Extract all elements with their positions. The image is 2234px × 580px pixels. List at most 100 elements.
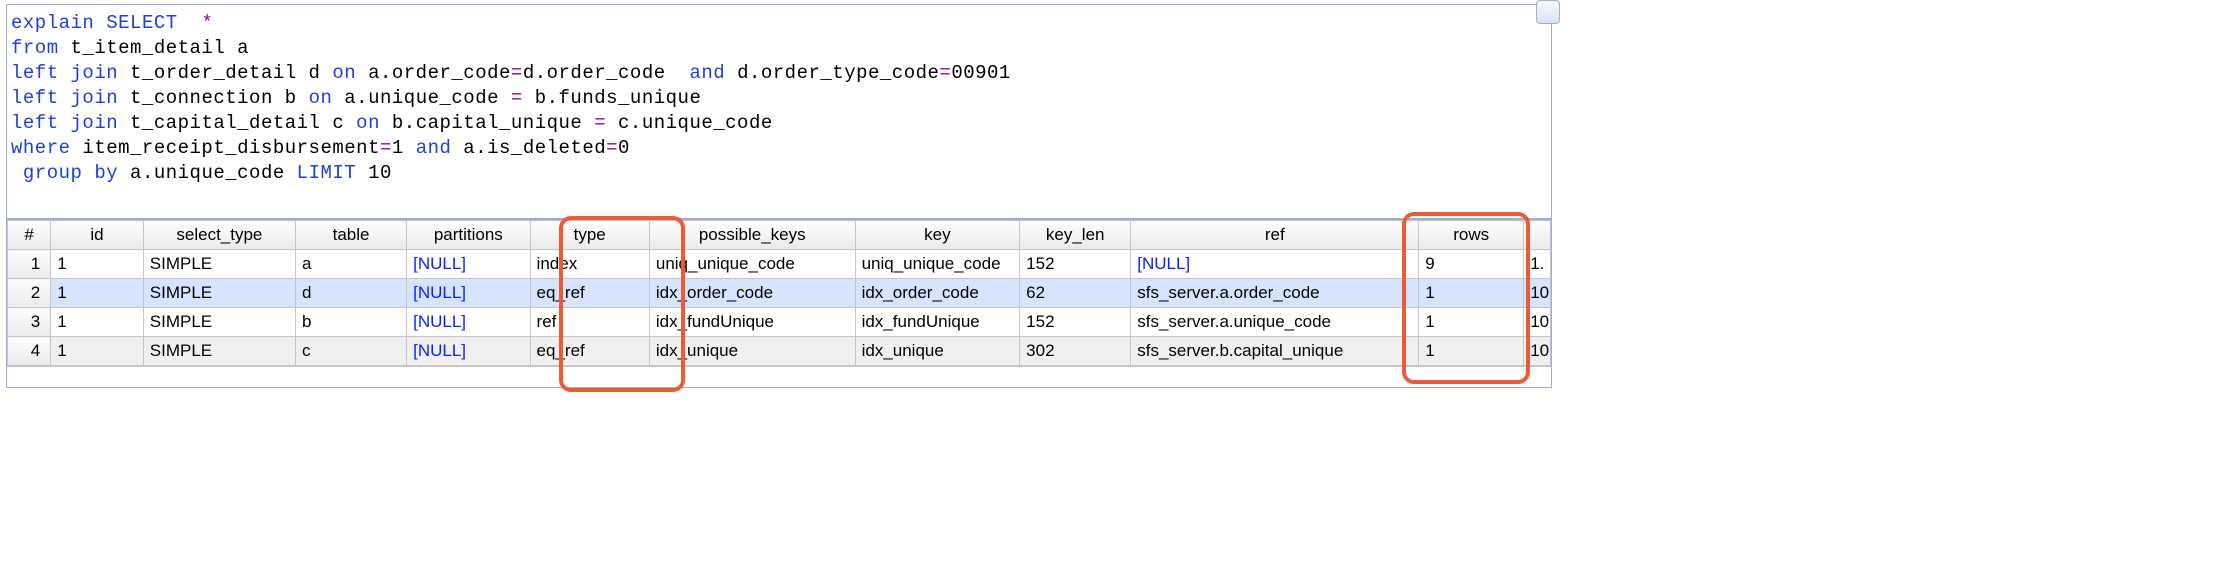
row-number: 4 (8, 337, 51, 366)
grid-footer-space (7, 366, 1551, 387)
sql-text: 1 (392, 137, 416, 159)
cell-ref[interactable]: sfs_server.a.order_code (1131, 279, 1419, 308)
result-grid[interactable]: # id select_type table partitions type p… (7, 220, 1551, 366)
table-row[interactable]: 4 1 SIMPLE c [NULL] eq_ref idx_unique id… (8, 337, 1551, 366)
sql-text: 0 (618, 137, 630, 159)
cell-extra[interactable]: 10 (1524, 279, 1551, 308)
cell-extra[interactable]: 10 (1524, 308, 1551, 337)
cell-ref[interactable]: sfs_server.b.capital_unique (1131, 337, 1419, 366)
cell-partitions[interactable]: [NULL] (407, 337, 530, 366)
cell-rows[interactable]: 9 (1419, 250, 1524, 279)
sql-text: b.funds_unique (523, 87, 702, 109)
cell-key-len[interactable]: 302 (1020, 337, 1131, 366)
sql-text: t_order_detail d (118, 62, 332, 84)
cell-type[interactable]: index (530, 250, 649, 279)
cell-select-type[interactable]: SIMPLE (143, 337, 295, 366)
row-number: 1 (8, 250, 51, 279)
keyword: join (71, 87, 119, 109)
table-row[interactable]: 1 1 SIMPLE a [NULL] index uniq_unique_co… (8, 250, 1551, 279)
sql-text: 00901 (951, 62, 1011, 84)
sql-text: a.is_deleted (451, 137, 606, 159)
cell-partitions[interactable]: [NULL] (407, 250, 530, 279)
table-row[interactable]: 3 1 SIMPLE b [NULL] ref idx_fundUnique i… (8, 308, 1551, 337)
sql-text: t_capital_detail c (118, 112, 356, 134)
cell-rows[interactable]: 1 (1419, 308, 1524, 337)
cell-key-len[interactable]: 152 (1020, 308, 1131, 337)
col-key[interactable]: key (855, 221, 1020, 250)
sql-editor[interactable]: explain SELECT *from t_item_detail aleft… (7, 5, 1551, 220)
cell-table[interactable]: d (296, 279, 407, 308)
cell-table[interactable]: c (296, 337, 407, 366)
sql-text: d.order_code (523, 62, 690, 84)
cell-extra[interactable]: 10 (1524, 337, 1551, 366)
cell-key-len[interactable]: 152 (1020, 250, 1131, 279)
col-ref[interactable]: ref (1131, 221, 1419, 250)
cell-ref[interactable]: [NULL] (1131, 250, 1419, 279)
cell-key[interactable]: uniq_unique_code (855, 250, 1020, 279)
col-table[interactable]: table (296, 221, 407, 250)
cell-partitions[interactable]: [NULL] (407, 279, 530, 308)
sql-text: a.unique_code (332, 87, 511, 109)
keyword: group (11, 162, 82, 184)
cell-key-len[interactable]: 62 (1020, 279, 1131, 308)
keyword: on (332, 62, 356, 84)
cell-type[interactable]: eq_ref (530, 337, 649, 366)
operator: = (511, 62, 523, 84)
gear-icon[interactable] (1536, 0, 1560, 24)
cell-id[interactable]: 1 (51, 337, 144, 366)
cell-key[interactable]: idx_unique (855, 337, 1020, 366)
keyword: by (94, 162, 118, 184)
cell-rows[interactable]: 1 (1419, 279, 1524, 308)
col-id[interactable]: id (51, 221, 144, 250)
cell-possible-keys[interactable]: idx_fundUnique (649, 308, 855, 337)
sql-text: a.unique_code (118, 162, 297, 184)
cell-ref[interactable]: sfs_server.a.unique_code (1131, 308, 1419, 337)
cell-id[interactable]: 1 (51, 279, 144, 308)
cell-table[interactable]: a (296, 250, 407, 279)
cell-type[interactable]: ref (530, 308, 649, 337)
col-possible-keys[interactable]: possible_keys (649, 221, 855, 250)
keyword: left (11, 62, 59, 84)
cell-possible-keys[interactable]: idx_unique (649, 337, 855, 366)
keyword: left (11, 87, 59, 109)
content-pane: explain SELECT *from t_item_detail aleft… (6, 4, 1552, 388)
operator-star: * (178, 12, 214, 34)
operator: = (594, 112, 606, 134)
col-select-type[interactable]: select_type (143, 221, 295, 250)
keyword: on (356, 112, 380, 134)
table-header-row: # id select_type table partitions type p… (8, 221, 1551, 250)
table-row[interactable]: 2 1 SIMPLE d [NULL] eq_ref idx_order_cod… (8, 279, 1551, 308)
col-num[interactable]: # (8, 221, 51, 250)
cell-partitions[interactable]: [NULL] (407, 308, 530, 337)
col-type[interactable]: type (530, 221, 649, 250)
cell-possible-keys[interactable]: idx_order_code (649, 279, 855, 308)
sql-text: t_connection b (118, 87, 308, 109)
cell-key[interactable]: idx_fundUnique (855, 308, 1020, 337)
col-key-len[interactable]: key_len (1020, 221, 1131, 250)
sql-text: b.capital_unique (380, 112, 594, 134)
cell-possible-keys[interactable]: uniq_unique_code (649, 250, 855, 279)
app-window: explain SELECT *from t_item_detail aleft… (0, 4, 1558, 388)
col-rows[interactable]: rows (1419, 221, 1524, 250)
cell-select-type[interactable]: SIMPLE (143, 308, 295, 337)
cell-extra[interactable]: 1. (1524, 250, 1551, 279)
col-extra[interactable] (1524, 221, 1551, 250)
cell-select-type[interactable]: SIMPLE (143, 250, 295, 279)
sql-text: item_receipt_disbursement (71, 137, 380, 159)
col-partitions[interactable]: partitions (407, 221, 530, 250)
sql-text: d.order_type_code (725, 62, 939, 84)
operator: = (939, 62, 951, 84)
cell-key[interactable]: idx_order_code (855, 279, 1020, 308)
cell-type[interactable]: eq_ref (530, 279, 649, 308)
sql-text: t_item_detail a (59, 37, 249, 59)
cell-rows[interactable]: 1 (1419, 337, 1524, 366)
cell-table[interactable]: b (296, 308, 407, 337)
keyword: LIMIT (297, 162, 357, 184)
keyword: and (416, 137, 452, 159)
sql-text: c.unique_code (606, 112, 773, 134)
cell-select-type[interactable]: SIMPLE (143, 279, 295, 308)
cell-id[interactable]: 1 (51, 250, 144, 279)
operator: = (380, 137, 392, 159)
cell-id[interactable]: 1 (51, 308, 144, 337)
keyword: explain (11, 12, 94, 34)
